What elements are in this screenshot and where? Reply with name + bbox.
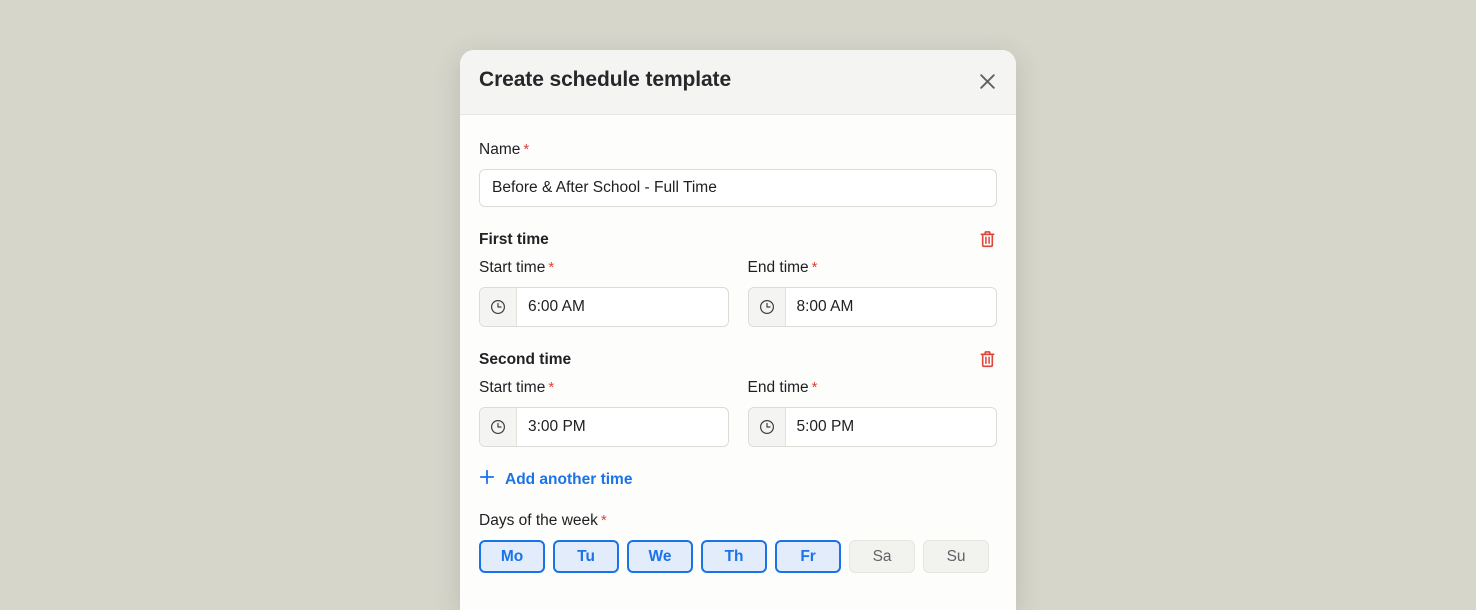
screen: Create schedule template Name * Before &… <box>0 0 1476 610</box>
end-time-input[interactable]: 8:00 AM <box>747 287 997 327</box>
delete-time-group-button[interactable] <box>974 227 1000 253</box>
name-field-group: Name * <box>479 115 997 207</box>
day-chip-th[interactable]: Th <box>701 540 768 573</box>
time-group-first: First time Start time * 6:00 AM End time… <box>479 230 997 327</box>
time-group-title: First time <box>479 231 549 248</box>
end-time-label: End time * <box>748 258 998 278</box>
time-group-header: Second time <box>479 350 997 370</box>
end-time-column: End time * 8:00 AM <box>747 258 998 327</box>
delete-time-group-button[interactable] <box>974 347 1000 373</box>
end-time-column: End time * 5:00 PM <box>747 378 998 447</box>
end-time-value: 8:00 AM <box>796 298 854 315</box>
time-group-title: Second time <box>479 351 572 368</box>
required-asterisk: * <box>548 259 555 276</box>
add-another-time-label: Add another time <box>505 470 633 488</box>
create-schedule-template-modal: Create schedule template Name * Before &… <box>460 50 1016 610</box>
name-label-text: Name <box>479 141 521 158</box>
start-time-label-text: Start time <box>479 259 546 276</box>
day-chip-mo[interactable]: Mo <box>479 540 546 573</box>
clock-icon <box>748 288 786 326</box>
end-time-input[interactable]: 5:00 PM <box>747 407 997 447</box>
start-time-input[interactable]: 6:00 AM <box>479 287 729 327</box>
days-of-week-row: Mo Tu We Th Fr Sa Su <box>479 540 997 573</box>
clock-icon <box>748 408 786 446</box>
time-group-second: Second time Start time * 3:00 PM End tim… <box>479 350 997 447</box>
start-time-label-text: Start time <box>479 379 546 396</box>
clock-icon <box>480 408 517 446</box>
required-asterisk: * <box>811 379 818 396</box>
start-time-input[interactable]: 3:00 PM <box>479 407 729 447</box>
name-label: Name * <box>479 140 997 160</box>
start-time-column: Start time * 6:00 AM <box>479 258 729 327</box>
start-time-value: 3:00 PM <box>528 418 586 435</box>
plus-icon <box>479 469 495 490</box>
start-time-label: Start time * <box>479 258 729 278</box>
modal-header: Create schedule template <box>460 50 1016 115</box>
clock-icon <box>480 288 517 326</box>
name-input[interactable] <box>479 169 997 207</box>
day-chip-sa[interactable]: Sa <box>849 540 916 573</box>
time-group-header: First time <box>479 230 997 250</box>
end-time-label-text: End time <box>747 379 809 396</box>
day-chip-fr[interactable]: Fr <box>775 540 842 573</box>
end-time-label-text: End time <box>747 259 809 276</box>
required-asterisk: * <box>811 259 818 276</box>
required-asterisk: * <box>548 379 555 396</box>
day-chip-we[interactable]: We <box>627 540 694 573</box>
time-inputs-row: Start time * 3:00 PM End time * 5:00 PM <box>479 378 997 447</box>
close-button[interactable] <box>971 67 1003 99</box>
modal-body: Name* First time <box>460 115 1016 573</box>
required-asterisk: * <box>600 512 607 529</box>
required-asterisk: * <box>523 141 530 158</box>
trash-icon <box>979 230 996 251</box>
trash-icon <box>979 350 996 371</box>
start-time-column: Start time * 3:00 PM <box>479 378 729 447</box>
add-another-time-button[interactable]: Add another time <box>479 469 632 490</box>
days-of-week-group: Days of the week * Mo Tu We Th Fr Sa Su <box>479 511 997 573</box>
end-time-value: 5:00 PM <box>796 418 855 435</box>
days-of-week-label: Days of the week * <box>479 511 997 531</box>
days-of-week-label-text: Days of the week <box>479 512 598 529</box>
time-inputs-row: Start time * 6:00 AM End time * 8:00 AM <box>479 258 997 327</box>
page-title: Create schedule template <box>479 68 732 91</box>
day-chip-su[interactable]: Su <box>923 540 990 573</box>
close-icon <box>978 72 997 94</box>
day-chip-tu[interactable]: Tu <box>553 540 620 573</box>
start-time-label: Start time * <box>479 378 729 398</box>
start-time-value: 6:00 AM <box>528 298 585 315</box>
end-time-label: End time * <box>748 378 998 398</box>
